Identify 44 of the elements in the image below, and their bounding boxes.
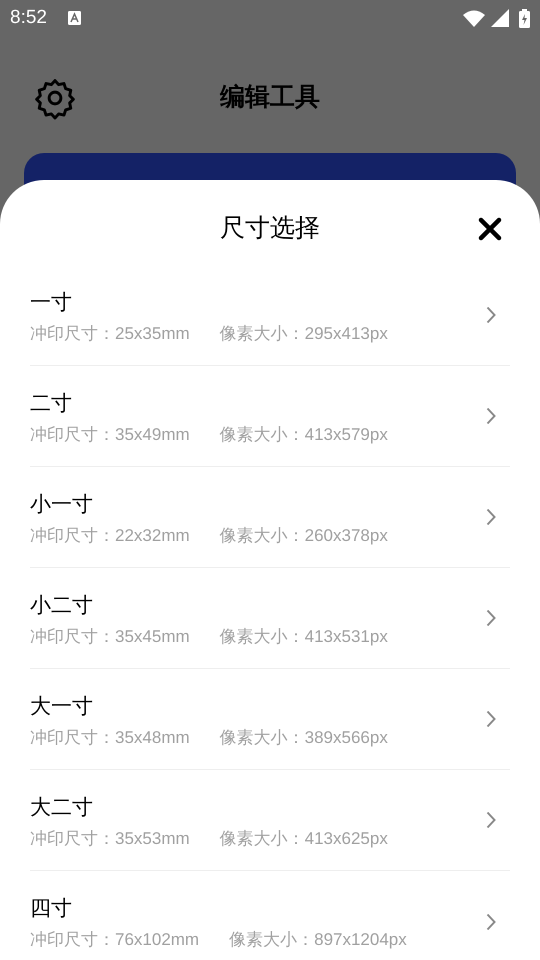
size-name: 大一寸 xyxy=(30,694,94,720)
size-option[interactable]: 小一寸 冲印尺寸：22x32mm 像素大小：260x378px xyxy=(30,467,510,568)
size-option[interactable]: 大一寸 冲印尺寸：35x48mm 像素大小：389x566px xyxy=(30,669,510,770)
size-option[interactable]: 一寸 冲印尺寸：25x35mm 像素大小：295x413px xyxy=(30,265,510,366)
wifi-icon xyxy=(463,10,485,26)
chevron-right-icon xyxy=(486,306,496,324)
signal-icon xyxy=(491,9,509,27)
size-option[interactable]: 大二寸 冲印尺寸：35x53mm 像素大小：413x625px xyxy=(30,770,510,871)
size-name: 二寸 xyxy=(30,390,73,416)
print-size: 冲印尺寸：35x53mm xyxy=(30,828,190,850)
pixel-size: 像素大小：413x531px xyxy=(220,626,388,648)
print-size: 冲印尺寸：25x35mm xyxy=(30,322,190,344)
print-size: 冲印尺寸：35x45mm xyxy=(30,626,190,648)
close-icon[interactable] xyxy=(478,217,502,241)
print-size: 冲印尺寸：35x48mm xyxy=(30,726,190,748)
size-name: 一寸 xyxy=(30,290,73,316)
pixel-size: 像素大小：897x1204px xyxy=(229,929,407,951)
size-name: 大二寸 xyxy=(30,794,94,820)
status-time: 8:52 xyxy=(10,6,47,30)
pixel-size: 像素大小：389x566px xyxy=(220,726,388,748)
page-title: 编辑工具 xyxy=(220,82,320,113)
pixel-size: 像素大小：413x579px xyxy=(220,424,388,446)
chevron-right-icon xyxy=(486,811,496,829)
size-option[interactable]: 四寸 冲印尺寸：76x102mm 像素大小：897x1204px xyxy=(30,871,510,960)
chevron-right-icon xyxy=(486,407,496,425)
print-size: 冲印尺寸：76x102mm xyxy=(30,929,200,951)
chevron-right-icon xyxy=(486,912,496,930)
size-option[interactable]: 小二寸 冲印尺寸：35x45mm 像素大小：413x531px xyxy=(30,568,510,669)
settings-icon[interactable] xyxy=(33,76,77,120)
pixel-size: 像素大小：260x378px xyxy=(220,524,388,546)
print-size: 冲印尺寸：22x32mm xyxy=(30,524,190,546)
size-name: 四寸 xyxy=(30,896,73,922)
size-option[interactable]: 二寸 冲印尺寸：35x49mm 像素大小：413x579px xyxy=(30,366,510,467)
sheet-title: 尺寸选择 xyxy=(220,212,320,244)
chevron-right-icon xyxy=(486,609,496,627)
size-name: 小二寸 xyxy=(30,592,94,618)
chevron-right-icon xyxy=(486,710,496,728)
pixel-size: 像素大小：413x625px xyxy=(220,828,388,850)
size-name: 小一寸 xyxy=(30,492,94,518)
chevron-right-icon xyxy=(486,508,496,526)
pixel-size: 像素大小：295x413px xyxy=(220,322,388,344)
keyboard-icon xyxy=(68,11,81,25)
battery-icon xyxy=(519,8,530,28)
print-size: 冲印尺寸：35x49mm xyxy=(30,424,190,446)
